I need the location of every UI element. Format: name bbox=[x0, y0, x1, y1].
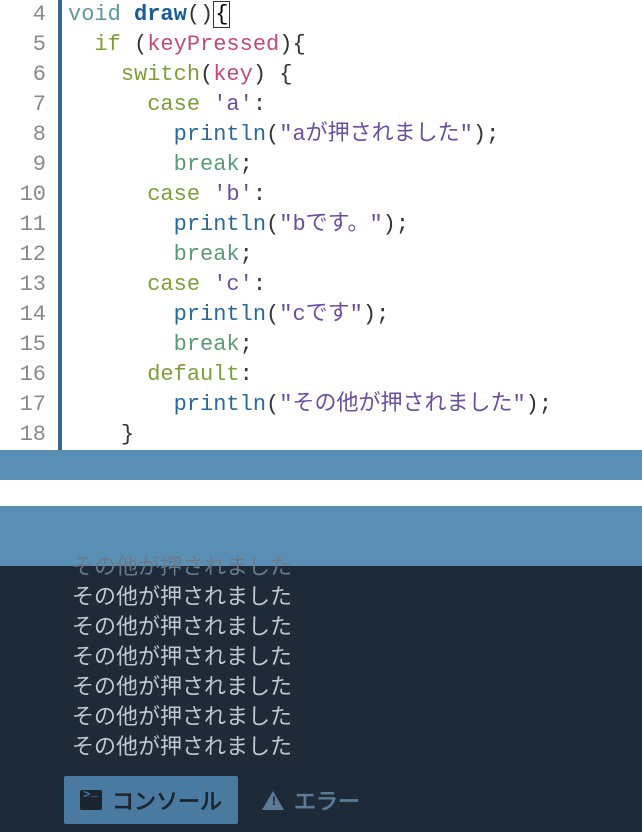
selection-highlight bbox=[0, 450, 642, 480]
line-number: 6 bbox=[0, 60, 58, 90]
code-line-content[interactable]: break; bbox=[62, 240, 642, 270]
bottom-tab-bar: コンソール エラー bbox=[0, 768, 642, 832]
code-line-content[interactable]: case 'a': bbox=[62, 90, 642, 120]
line-number: 12 bbox=[0, 240, 58, 270]
console-output-line: その他が押されました bbox=[72, 644, 642, 674]
line-number: 9 bbox=[0, 150, 58, 180]
console-output-line: その他が押されました bbox=[72, 704, 642, 734]
line-number: 13 bbox=[0, 270, 58, 300]
console-output-line: その他が押されました bbox=[72, 554, 642, 584]
code-line-content[interactable]: case 'b': bbox=[62, 180, 642, 210]
code-line-content[interactable]: println("その他が押されました"); bbox=[62, 390, 642, 420]
code-line-content[interactable]: println("bです。"); bbox=[62, 210, 642, 240]
line-number: 4 bbox=[0, 0, 58, 30]
tab-error-label: エラー bbox=[294, 784, 360, 816]
code-editor[interactable]: 4 void draw(){ 5 if (keyPressed){ 6 swit… bbox=[0, 0, 642, 506]
console-output-line: その他が押されました bbox=[72, 584, 642, 614]
line-number: 8 bbox=[0, 120, 58, 150]
console-panel[interactable]: その他が押されました その他が押されました その他が押されました その他が押され… bbox=[0, 566, 642, 768]
code-line-content[interactable]: default: bbox=[62, 360, 642, 390]
code-line-content[interactable]: break; bbox=[62, 330, 642, 360]
code-line-content[interactable]: case 'c': bbox=[62, 270, 642, 300]
cursor: { bbox=[213, 1, 230, 28]
code-line-content[interactable]: switch(key) { bbox=[62, 60, 642, 90]
tab-console[interactable]: コンソール bbox=[64, 776, 238, 824]
console-icon bbox=[80, 790, 102, 810]
line-number: 7 bbox=[0, 90, 58, 120]
line-number: 11 bbox=[0, 210, 58, 240]
code-line-content[interactable]: if (keyPressed){ bbox=[62, 30, 642, 60]
code-line-content[interactable]: println("cです"); bbox=[62, 300, 642, 330]
code-line-content[interactable]: println("aが押されました"); bbox=[62, 120, 642, 150]
line-number: 5 bbox=[0, 30, 58, 60]
tab-console-label: コンソール bbox=[112, 784, 222, 816]
line-number: 10 bbox=[0, 180, 58, 210]
console-output-line: その他が押されました bbox=[72, 734, 642, 764]
console-output-line: その他が押されました bbox=[72, 614, 642, 644]
line-number: 16 bbox=[0, 360, 58, 390]
line-number: 17 bbox=[0, 390, 58, 420]
code-line-content[interactable]: void draw(){ bbox=[62, 0, 642, 30]
tab-error[interactable]: エラー bbox=[246, 776, 376, 824]
console-output-line: その他が押されました bbox=[72, 674, 642, 704]
code-line-content[interactable]: } bbox=[62, 420, 642, 450]
line-number: 14 bbox=[0, 300, 58, 330]
code-line-content[interactable]: break; bbox=[62, 150, 642, 180]
line-number: 15 bbox=[0, 330, 58, 360]
warning-icon bbox=[262, 791, 284, 810]
line-number: 18 bbox=[0, 420, 58, 450]
